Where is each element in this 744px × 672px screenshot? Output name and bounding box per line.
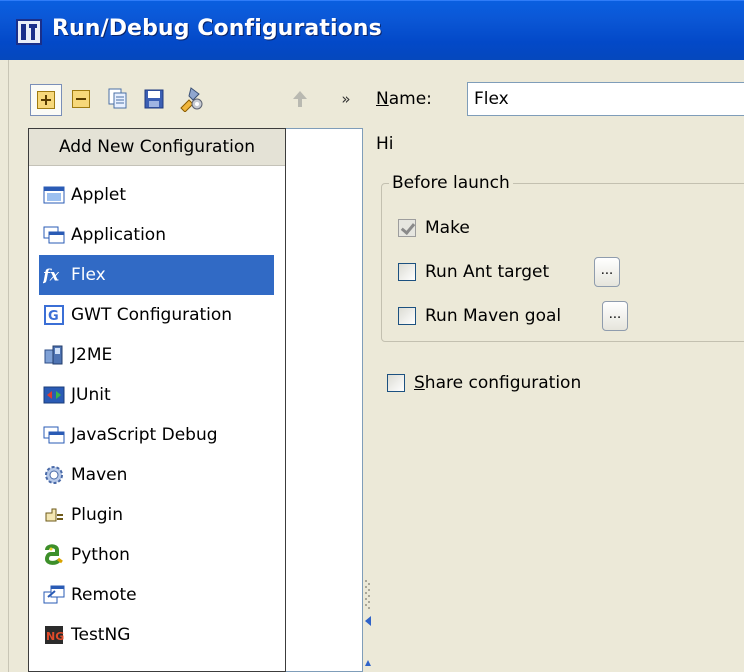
run-ant-target-checkbox[interactable] xyxy=(398,263,416,281)
make-label: Make xyxy=(425,218,470,238)
svg-text:NG: NG xyxy=(46,630,64,643)
intellij-logo-icon xyxy=(16,19,42,45)
menu-item-flex[interactable]: fx Flex xyxy=(39,255,274,295)
make-checkbox[interactable] xyxy=(398,219,416,237)
window-title: Run/Debug Configurations xyxy=(52,16,382,41)
share-configuration-checkbox[interactable] xyxy=(387,374,405,392)
j2me-icon xyxy=(43,344,65,366)
add-configuration-button[interactable] xyxy=(30,84,62,116)
run-maven-goal-checkbox[interactable] xyxy=(398,307,416,325)
run-ant-target-label: Run Ant target xyxy=(425,262,550,282)
splitter-handle[interactable] xyxy=(365,580,371,670)
maven-icon xyxy=(43,464,65,486)
menu-item-maven[interactable]: Maven xyxy=(39,455,274,495)
gwt-icon: G xyxy=(43,304,65,326)
menu-item-remote[interactable]: Remote xyxy=(39,575,274,615)
svg-text:G: G xyxy=(48,309,59,324)
menu-item-plugin[interactable]: Plugin xyxy=(39,495,274,535)
more-icon: » xyxy=(341,90,351,108)
edit-defaults-icon xyxy=(180,87,203,112)
more-actions-button[interactable]: » xyxy=(333,86,359,112)
javascript-debug-icon xyxy=(43,424,65,446)
testng-icon: NG xyxy=(43,624,65,646)
copy-configuration-button[interactable] xyxy=(105,86,131,112)
copy-icon xyxy=(108,88,127,109)
add-configuration-popup: Add New Configuration Applet Application… xyxy=(28,128,286,672)
applet-icon xyxy=(43,184,65,206)
menu-item-application[interactable]: Application xyxy=(39,215,274,255)
run-ant-target-row[interactable]: Run Ant target xyxy=(398,262,549,282)
save-configuration-button[interactable] xyxy=(141,86,167,112)
share-configuration-row[interactable]: Share configuration xyxy=(387,373,581,393)
application-icon xyxy=(43,224,65,246)
make-checkbox-row[interactable]: Make xyxy=(398,218,470,238)
plugin-icon xyxy=(43,504,65,526)
svg-text:fx: fx xyxy=(43,266,60,285)
run-maven-goal-label: Run Maven goal xyxy=(425,306,562,326)
popup-header: Add New Configuration xyxy=(29,129,285,166)
flex-icon: fx xyxy=(43,264,65,286)
share-configuration-label: Share configuration xyxy=(414,373,582,393)
move-up-icon xyxy=(293,91,307,107)
add-icon xyxy=(37,91,55,109)
menu-item-gwt-configuration[interactable]: G GWT Configuration xyxy=(39,295,274,335)
menu-item-junit[interactable]: JUnit xyxy=(39,375,274,415)
menu-item-applet[interactable]: Applet xyxy=(39,175,274,215)
remove-configuration-button[interactable] xyxy=(68,86,94,112)
menu-item-python[interactable]: Python xyxy=(39,535,274,575)
python-icon xyxy=(43,544,65,566)
run-ant-target-browse-button[interactable]: ... xyxy=(594,257,620,287)
title-bar[interactable]: Run/Debug Configurations xyxy=(0,0,744,60)
name-input[interactable] xyxy=(467,82,744,116)
save-icon xyxy=(144,89,164,109)
remote-icon xyxy=(43,584,65,606)
menu-item-j2me[interactable]: J2ME xyxy=(39,335,274,375)
menu-item-testng[interactable]: NG TestNG xyxy=(39,615,274,655)
configuration-description: Hi xyxy=(376,134,394,154)
run-maven-goal-row[interactable]: Run Maven goal xyxy=(398,306,561,326)
junit-icon xyxy=(43,384,65,406)
before-launch-title: Before launch xyxy=(389,173,513,193)
edit-defaults-button[interactable] xyxy=(176,84,206,114)
move-up-button[interactable] xyxy=(287,86,313,112)
run-maven-goal-browse-button[interactable]: ... xyxy=(602,301,628,331)
remove-icon xyxy=(72,90,90,108)
name-label: Name: xyxy=(376,89,432,109)
menu-item-javascript-debug[interactable]: JavaScript Debug xyxy=(39,415,274,455)
